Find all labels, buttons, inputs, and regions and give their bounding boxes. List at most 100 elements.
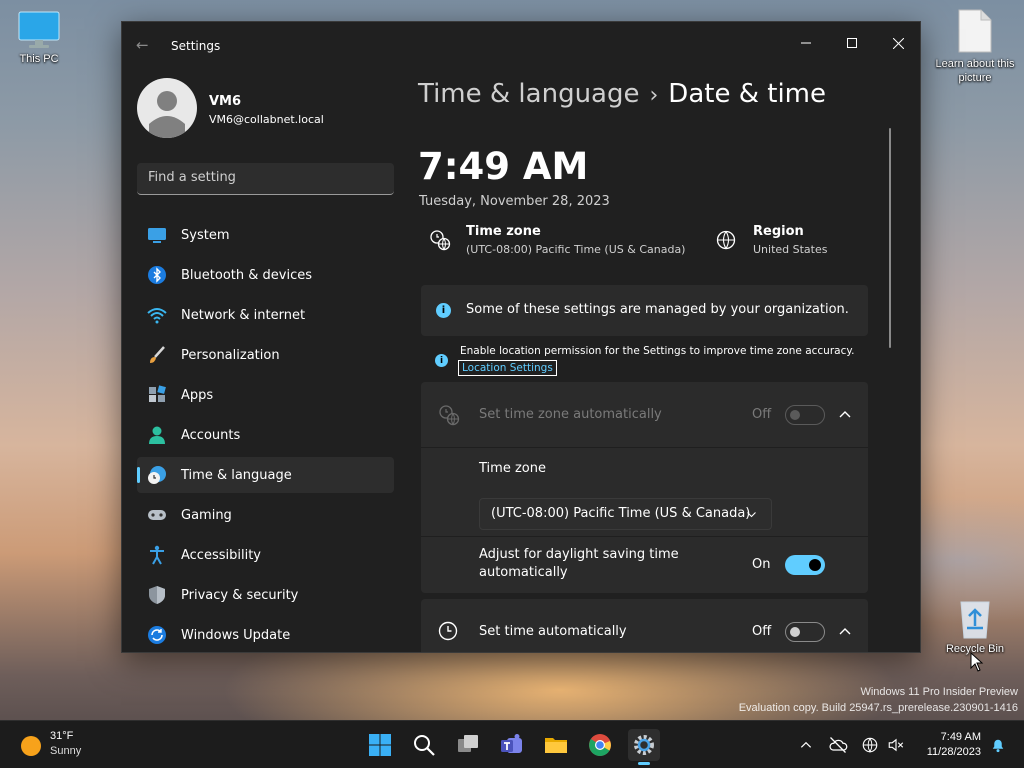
- tray-overflow-button[interactable]: [790, 729, 822, 761]
- tray-date: 11/28/2023: [926, 746, 981, 758]
- sidebar-item-privacy[interactable]: Privacy & security: [137, 577, 394, 613]
- globe-clock-icon: [146, 464, 168, 486]
- document-icon: [958, 9, 992, 53]
- close-button[interactable]: [875, 28, 920, 58]
- app-title: Settings: [171, 39, 221, 53]
- user-email: VM6@collabnet.local: [209, 113, 324, 126]
- location-notice-text: Enable location permission for the Setti…: [460, 345, 855, 357]
- sidebar-item-label: Time & language: [181, 467, 292, 483]
- sidebar-item-time-language[interactable]: Time & language: [137, 457, 394, 493]
- settings-card-time-auto[interactable]: Set time automatically Off: [421, 599, 868, 652]
- breadcrumb-separator: ›: [649, 83, 659, 108]
- back-arrow-icon[interactable]: ←: [136, 36, 149, 54]
- settings-window: ← Settings VM6 VM6@collabnet.local Find …: [121, 21, 921, 653]
- sidebar-item-label: Accessibility: [181, 547, 261, 563]
- managed-notice-text: Some of these settings are managed by yo…: [466, 302, 849, 317]
- desktop-icon-recycle-bin[interactable]: Recycle Bin: [934, 596, 1016, 655]
- file-explorer-button[interactable]: [540, 729, 572, 761]
- sidebar-item-label: Windows Update: [181, 627, 291, 643]
- dst-toggle[interactable]: [785, 555, 825, 575]
- apps-icon: [146, 384, 168, 406]
- sidebar-item-accounts[interactable]: Accounts: [137, 417, 394, 453]
- desktop-icon-learn-picture[interactable]: Learn about this picture: [934, 8, 1016, 85]
- sidebar-item-label: Privacy & security: [181, 587, 299, 603]
- sidebar-item-windows-update[interactable]: Windows Update: [137, 617, 394, 652]
- mouse-cursor-icon: [970, 652, 984, 672]
- chevron-up-icon[interactable]: [839, 410, 851, 418]
- page-title: Date & time: [668, 79, 826, 109]
- gamepad-icon: [146, 504, 168, 526]
- desktop-icon-this-pc[interactable]: This PC: [0, 10, 80, 65]
- globe-clock-icon: [430, 230, 451, 251]
- tray-time: 7:49 AM: [940, 731, 981, 743]
- search-input[interactable]: Find a setting: [137, 163, 394, 195]
- minimize-button[interactable]: [783, 28, 829, 58]
- scrollbar[interactable]: [889, 128, 891, 348]
- watermark-edition: Windows 11 Pro Insider Preview: [860, 686, 1018, 698]
- info-icon: i: [436, 303, 451, 318]
- sidebar-item-gaming[interactable]: Gaming: [137, 497, 394, 533]
- weather-widget[interactable]: 31°F Sunny: [16, 729, 126, 761]
- active-indicator: [638, 762, 650, 765]
- user-name: VM6: [209, 94, 242, 109]
- time-auto-state: Off: [752, 624, 772, 639]
- shield-icon: [146, 584, 168, 606]
- breadcrumb-parent[interactable]: Time & language: [418, 79, 639, 109]
- settings-app-button[interactable]: [628, 729, 660, 765]
- desktop-icon-label: This PC: [19, 53, 59, 65]
- tz-auto-toggle[interactable]: [785, 405, 825, 425]
- sidebar-item-label: Apps: [181, 387, 214, 403]
- time-auto-label: Set time automatically: [479, 624, 627, 639]
- wifi-icon: [146, 304, 168, 326]
- globe-icon: [716, 230, 736, 250]
- dst-label-line1: Adjust for daylight saving time: [479, 547, 679, 562]
- settings-card-timezone: Set time zone automatically Off Time zon…: [421, 382, 868, 593]
- sidebar-item-apps[interactable]: Apps: [137, 377, 394, 413]
- monitor-icon: [18, 11, 60, 48]
- chrome-icon: [589, 734, 611, 756]
- chevron-up-icon[interactable]: [839, 627, 851, 635]
- folder-icon: [545, 738, 567, 753]
- timezone-value: (UTC-08:00) Pacific Time (US & Canada): [466, 243, 686, 256]
- sidebar-item-network[interactable]: Network & internet: [137, 297, 394, 333]
- desktop-icon-label: Learn about this picture: [935, 58, 1015, 84]
- search-button[interactable]: [408, 729, 440, 761]
- dst-label-line2: automatically: [479, 565, 568, 580]
- toggle-knob: [790, 627, 800, 637]
- notification-button[interactable]: [982, 729, 1014, 761]
- maximize-button[interactable]: [829, 28, 875, 58]
- system-icon: [146, 224, 168, 246]
- title-bar[interactable]: ← Settings: [122, 22, 920, 68]
- sidebar-item-label: Accounts: [181, 427, 241, 443]
- sidebar-item-bluetooth[interactable]: Bluetooth & devices: [137, 257, 394, 293]
- timezone-dropdown[interactable]: (UTC-08:00) Pacific Time (US & Canada): [479, 498, 772, 530]
- sidebar-item-personalization[interactable]: Personalization: [137, 337, 394, 373]
- task-view-button[interactable]: [452, 729, 484, 761]
- sun-icon: [21, 736, 41, 756]
- chevron-up-icon: [800, 741, 812, 748]
- timezone-title: Time zone: [466, 224, 541, 239]
- teams-button[interactable]: [496, 729, 528, 761]
- location-settings-link[interactable]: Location Settings: [458, 360, 557, 376]
- chrome-button[interactable]: [584, 729, 616, 761]
- brush-icon: [146, 344, 168, 366]
- bluetooth-icon: [146, 264, 168, 286]
- globe-icon: [862, 737, 878, 753]
- teams-icon: [501, 734, 522, 753]
- tray-clock[interactable]: 7:49 AM 11/28/2023: [927, 730, 981, 760]
- close-icon: [892, 37, 904, 49]
- weather-temp: 31°F: [50, 730, 74, 742]
- time-auto-toggle[interactable]: [785, 622, 825, 642]
- onedrive-button[interactable]: [822, 729, 854, 761]
- avatar[interactable]: [137, 78, 197, 138]
- weather-desc: Sunny: [50, 745, 82, 757]
- sidebar-item-accessibility[interactable]: Accessibility: [137, 537, 394, 573]
- tz-auto-row[interactable]: Set time zone automatically Off: [421, 382, 868, 448]
- timezone-dropdown-value: (UTC-08:00) Pacific Time (US & Canada): [491, 506, 751, 521]
- sidebar-item-system[interactable]: System: [137, 217, 394, 253]
- tz-auto-label: Set time zone automatically: [479, 407, 662, 422]
- start-button[interactable]: [364, 729, 396, 761]
- bell-icon: [992, 739, 1004, 753]
- volume-button[interactable]: [880, 729, 912, 761]
- sidebar-item-label: Bluetooth & devices: [181, 267, 312, 283]
